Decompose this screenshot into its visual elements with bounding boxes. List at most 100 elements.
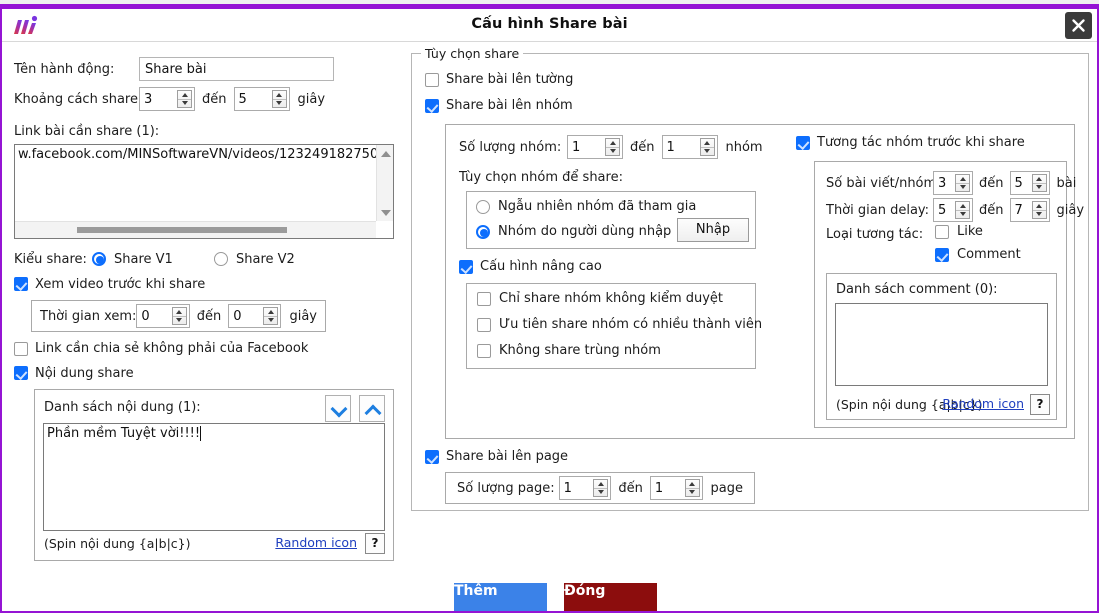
watch-from-spin-buttons[interactable] bbox=[172, 307, 187, 325]
spin-down-icon[interactable] bbox=[594, 489, 607, 497]
checkbox-share-group[interactable] bbox=[425, 99, 439, 113]
radio-share-v1[interactable] bbox=[92, 252, 106, 266]
page-count-from-spin-buttons[interactable] bbox=[593, 479, 608, 497]
checkbox-content-share[interactable] bbox=[14, 366, 28, 380]
watch-video-row[interactable]: Xem video trước khi share bbox=[14, 272, 394, 296]
random-icon-link[interactable]: Random icon bbox=[275, 535, 357, 550]
spin-up-icon[interactable] bbox=[1033, 202, 1046, 211]
spin-down-icon[interactable] bbox=[956, 184, 969, 192]
radio-pick-manual[interactable] bbox=[476, 225, 490, 239]
spin-up-icon[interactable] bbox=[956, 175, 969, 184]
link-textarea[interactable]: w.facebook.com/MINSoftwareVN/videos/1232… bbox=[14, 144, 394, 239]
checkbox-watch-video[interactable] bbox=[14, 277, 28, 291]
spin-down-icon[interactable] bbox=[956, 211, 969, 219]
posts-from-stepper[interactable] bbox=[933, 171, 973, 195]
pick-manual-row[interactable]: Nhóm do người dùng nhập bbox=[476, 224, 671, 239]
add-button[interactable]: Thêm bbox=[454, 583, 547, 613]
share-group-row[interactable]: Share bài lên nhóm bbox=[425, 98, 573, 113]
checkbox-share-page[interactable] bbox=[425, 450, 439, 464]
scroll-thumb[interactable] bbox=[77, 227, 287, 233]
spin-up-icon[interactable] bbox=[1033, 175, 1046, 184]
comment-help-button[interactable]: ? bbox=[1030, 394, 1050, 415]
watch-from-stepper[interactable] bbox=[136, 304, 189, 328]
close-dialog-button[interactable]: Đóng bbox=[564, 583, 657, 613]
like-row[interactable]: Like bbox=[935, 224, 983, 239]
chevron-up-icon[interactable] bbox=[359, 395, 385, 422]
checkbox-not-facebook[interactable] bbox=[14, 342, 28, 356]
spin-down-icon[interactable] bbox=[701, 148, 714, 156]
page-count-from-stepper[interactable] bbox=[559, 476, 612, 500]
chevron-down-icon[interactable] bbox=[325, 395, 351, 422]
share-page-row[interactable]: Share bài lên page bbox=[425, 449, 568, 464]
interval-from-stepper[interactable] bbox=[139, 87, 195, 111]
delay-to-spin-buttons[interactable] bbox=[1032, 201, 1047, 219]
checkbox-like[interactable] bbox=[935, 225, 949, 239]
pick-random-row[interactable]: Ngẫu nhiên nhóm đã tham gia bbox=[476, 199, 696, 214]
spin-down-icon[interactable] bbox=[1033, 211, 1046, 219]
radio-pick-random[interactable] bbox=[476, 200, 490, 214]
scroll-up-icon[interactable] bbox=[377, 145, 394, 162]
advanced-option-3-row[interactable]: Không share trùng nhóm bbox=[477, 343, 661, 358]
posts-to-stepper[interactable] bbox=[1010, 171, 1050, 195]
spin-down-icon[interactable] bbox=[178, 100, 191, 108]
checkbox-no-duplicate-groups[interactable] bbox=[477, 344, 491, 358]
posts-from-spin-buttons[interactable] bbox=[955, 174, 970, 192]
close-icon[interactable] bbox=[1065, 12, 1092, 39]
group-count-from-spin-buttons[interactable] bbox=[605, 138, 620, 156]
not-facebook-row[interactable]: Link cần chia sẻ không phải của Facebook bbox=[14, 336, 394, 361]
page-count-den-label: đến bbox=[618, 481, 643, 496]
advanced-option-1-row[interactable]: Chỉ share nhóm không kiểm duyệt bbox=[477, 291, 723, 306]
spin-up-icon[interactable] bbox=[956, 202, 969, 211]
checkbox-comment[interactable] bbox=[935, 248, 949, 262]
group-count-from-stepper[interactable] bbox=[567, 135, 623, 159]
content-textarea[interactable]: Phần mềm Tuyệt vời!!!! bbox=[43, 423, 385, 531]
watch-to-stepper[interactable] bbox=[228, 304, 281, 328]
help-button[interactable]: ? bbox=[365, 533, 385, 554]
page-count-to-stepper[interactable] bbox=[650, 476, 703, 500]
radio-share-v2[interactable] bbox=[214, 252, 228, 266]
spin-down-icon[interactable] bbox=[273, 100, 286, 108]
posts-to-spin-buttons[interactable] bbox=[1032, 174, 1047, 192]
spin-up-icon[interactable] bbox=[173, 308, 186, 317]
spin-down-icon[interactable] bbox=[686, 489, 699, 497]
advanced-option-2-row[interactable]: Ưu tiên share nhóm có nhiều thành viên bbox=[477, 317, 762, 332]
interact-group-row[interactable]: Tương tác nhóm trước khi share bbox=[796, 135, 1025, 150]
group-count-to-stepper[interactable] bbox=[662, 135, 718, 159]
spin-up-icon[interactable] bbox=[606, 139, 619, 148]
spin-up-icon[interactable] bbox=[273, 91, 286, 100]
scroll-down-icon[interactable] bbox=[377, 204, 394, 221]
interval-to-stepper[interactable] bbox=[234, 87, 290, 111]
page-count-to-spin-buttons[interactable] bbox=[685, 479, 700, 497]
spin-down-icon[interactable] bbox=[264, 317, 277, 325]
checkbox-advanced-config[interactable] bbox=[459, 260, 473, 274]
spin-down-icon[interactable] bbox=[173, 317, 186, 325]
watch-to-spin-buttons[interactable] bbox=[263, 307, 278, 325]
delay-from-spin-buttons[interactable] bbox=[955, 201, 970, 219]
spin-down-icon[interactable] bbox=[606, 148, 619, 156]
spin-up-icon[interactable] bbox=[264, 308, 277, 317]
interval-to-spin-buttons[interactable] bbox=[272, 90, 287, 108]
spin-up-icon[interactable] bbox=[701, 139, 714, 148]
advanced-config-row[interactable]: Cấu hình nâng cao bbox=[459, 259, 602, 274]
delay-from-stepper[interactable] bbox=[933, 198, 973, 222]
share-wall-row[interactable]: Share bài lên tường bbox=[425, 72, 573, 87]
spin-up-icon[interactable] bbox=[178, 91, 191, 100]
group-count-to-spin-buttons[interactable] bbox=[700, 138, 715, 156]
spin-down-icon[interactable] bbox=[1033, 184, 1046, 192]
action-name-input[interactable] bbox=[139, 57, 334, 81]
content-share-row[interactable]: Nội dung share bbox=[14, 361, 394, 385]
comment-textarea[interactable] bbox=[835, 303, 1048, 386]
comment-random-icon-link[interactable]: Random icon bbox=[942, 396, 1024, 411]
checkbox-prefer-large-groups[interactable] bbox=[477, 318, 491, 332]
checkbox-share-wall[interactable] bbox=[425, 73, 439, 87]
checkbox-interact-group[interactable] bbox=[796, 136, 810, 150]
interval-from-spin-buttons[interactable] bbox=[177, 90, 192, 108]
comment-row[interactable]: Comment bbox=[935, 247, 1021, 262]
link-vertical-scrollbar[interactable] bbox=[376, 145, 393, 221]
spin-up-icon[interactable] bbox=[686, 480, 699, 489]
import-groups-button[interactable]: Nhập bbox=[677, 218, 749, 242]
link-horizontal-scrollbar[interactable] bbox=[15, 221, 376, 238]
spin-up-icon[interactable] bbox=[594, 480, 607, 489]
delay-to-stepper[interactable] bbox=[1010, 198, 1050, 222]
checkbox-only-unmoderated[interactable] bbox=[477, 292, 491, 306]
